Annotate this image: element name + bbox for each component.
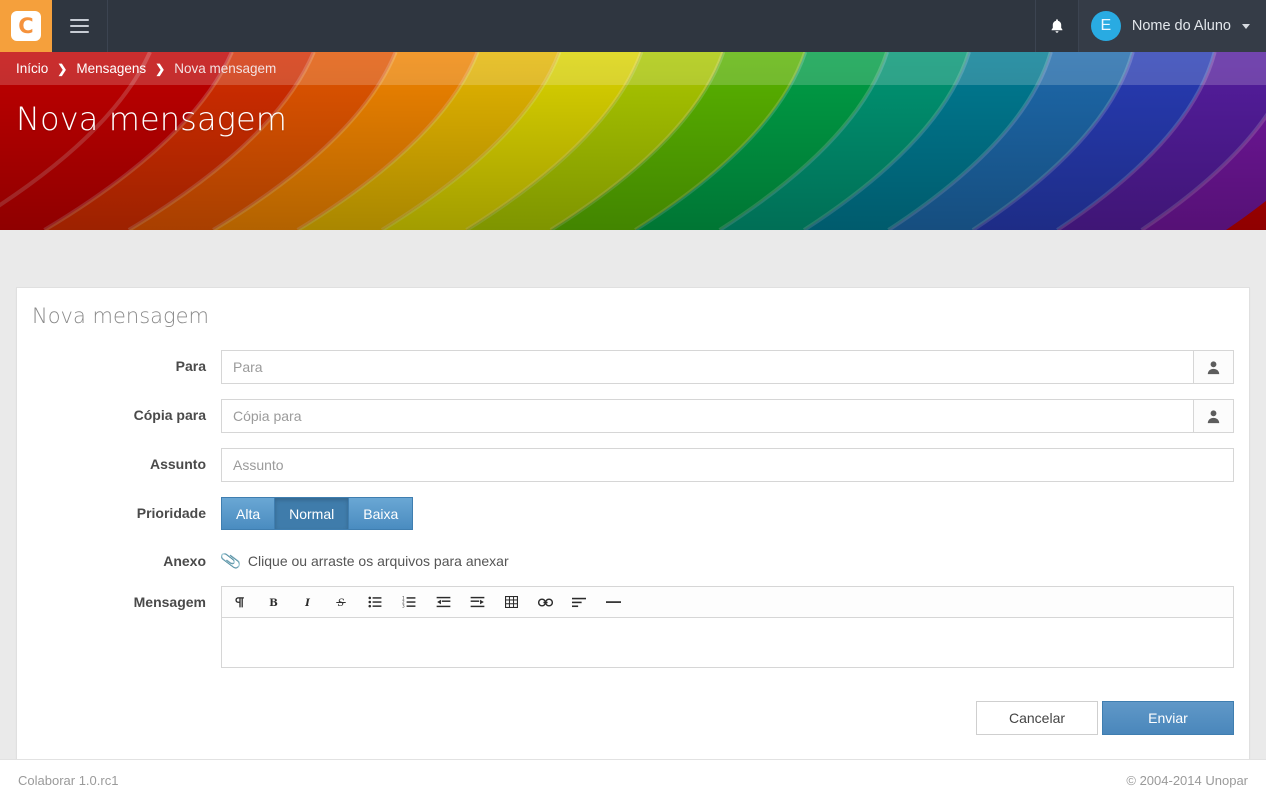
attachment-dropzone[interactable]: 📎 Clique ou arraste os arquivos para ane…	[219, 545, 509, 572]
bold-icon[interactable]: B	[256, 587, 290, 618]
breadcrumb-item-mensagens[interactable]: Mensagens	[76, 61, 146, 76]
form-row-to: Para Para	[17, 350, 1249, 384]
control-attachment: 📎 Clique ou arraste os arquivos para ane…	[219, 545, 1249, 572]
breadcrumb-item-inicio[interactable]: Início	[16, 61, 48, 76]
breadcrumb-separator: ❯	[57, 61, 68, 76]
svg-text:I: I	[304, 597, 310, 609]
brand-logo-block[interactable]: C	[0, 0, 52, 52]
control-cc: Cópia para	[221, 399, 1249, 433]
label-cc: Cópia para	[133, 407, 206, 423]
sidebar-toggle-button[interactable]	[52, 0, 108, 52]
user-menu[interactable]: E Nome do Aluno	[1078, 0, 1266, 52]
colaborar-logo-icon: C	[11, 11, 41, 41]
chevron-down-icon	[1242, 23, 1250, 29]
unordered-list-icon[interactable]	[358, 587, 392, 618]
indent-icon[interactable]	[460, 587, 494, 618]
label-message: Mensagem	[133, 594, 206, 610]
control-to: Para	[221, 350, 1249, 384]
svg-text:B: B	[269, 597, 278, 609]
label-to: Para	[175, 358, 206, 374]
cc-user-picker-button[interactable]	[1194, 399, 1234, 433]
avatar: E	[1090, 11, 1121, 41]
user-picker-icon	[1207, 409, 1220, 423]
control-priority: Alta Normal Baixa	[221, 497, 1249, 530]
cc-input[interactable]: Cópia para	[221, 399, 1194, 433]
priority-button-group: Alta Normal Baixa	[221, 497, 414, 530]
hamburger-menu-icon	[70, 15, 89, 37]
rich-text-editor: B I S 1 2 3	[221, 586, 1234, 668]
label-priority: Prioridade	[136, 505, 206, 521]
footer-copyright-label: © 2004-2014 Unopar	[1126, 772, 1248, 788]
user-picker-icon	[1207, 360, 1220, 374]
svg-text:3: 3	[402, 604, 405, 608]
message-textarea[interactable]	[221, 618, 1234, 668]
label-subject: Assunto	[150, 456, 206, 472]
priority-option-normal[interactable]: Normal	[274, 497, 349, 530]
user-name-label: Nome do Aluno	[1131, 18, 1231, 34]
top-navbar: C E Nome do Aluno	[0, 0, 1266, 52]
priority-option-baixa[interactable]: Baixa	[348, 497, 414, 530]
to-user-picker-button[interactable]	[1194, 350, 1234, 384]
card-title: Nova mensagem	[32, 304, 210, 328]
label-attachment: Anexo	[163, 553, 206, 569]
paperclip-icon: 📎	[219, 551, 243, 572]
footer-version-label: Colaborar 1.0.rc1	[18, 772, 119, 788]
editor-toolbar: B I S 1 2 3	[221, 586, 1234, 618]
form-row-priority: Prioridade Alta Normal Baixa	[17, 497, 1249, 530]
page-title: Nova mensagem	[16, 100, 288, 138]
paragraph-icon[interactable]	[222, 587, 256, 618]
cancel-button[interactable]: Cancelar	[976, 701, 1098, 735]
italic-icon[interactable]: I	[290, 587, 324, 618]
control-message: B I S 1 2 3	[221, 586, 1249, 668]
breadcrumb-separator: ❯	[155, 61, 166, 76]
ordered-list-icon[interactable]: 1 2 3	[392, 587, 426, 618]
bell-icon	[1051, 18, 1063, 33]
page-banner: Início ❯ Mensagens ❯ Nova mensagem Nova …	[0, 52, 1266, 230]
align-left-icon[interactable]	[562, 587, 596, 618]
form-row-attachment: Anexo 📎 Clique ou arraste os arquivos pa…	[17, 545, 1249, 572]
new-message-card: Nova mensagem Para Para Cópia para Cópia…	[16, 287, 1250, 767]
breadcrumb: Início ❯ Mensagens ❯ Nova mensagem	[0, 52, 1266, 85]
horizontal-rule-icon[interactable]	[596, 587, 630, 618]
svg-text:S: S	[338, 598, 345, 609]
form-actions: Cancelar Enviar	[17, 683, 1249, 755]
form-row-cc: Cópia para Cópia para	[17, 399, 1249, 433]
subject-input[interactable]: Assunto	[221, 448, 1234, 482]
to-input[interactable]: Para	[221, 350, 1194, 384]
form-row-subject: Assunto Assunto	[17, 448, 1249, 482]
notifications-button[interactable]	[1034, 0, 1079, 52]
priority-option-alta[interactable]: Alta	[221, 497, 275, 530]
table-icon[interactable]	[494, 587, 528, 618]
form-row-message: Mensagem B I S 1 2 3	[17, 586, 1249, 668]
attachment-hint: Clique ou arraste os arquivos para anexa…	[247, 553, 509, 569]
navbar-right-group: E Nome do Aluno	[1034, 0, 1266, 52]
link-icon[interactable]	[528, 587, 562, 618]
page-footer: Colaborar 1.0.rc1 © 2004-2014 Unopar	[0, 759, 1266, 800]
new-message-form: Para Para Cópia para Cópia para Assunto …	[17, 328, 1249, 755]
submit-button[interactable]: Enviar	[1102, 701, 1234, 735]
control-subject: Assunto	[221, 448, 1249, 482]
navbar-spacer	[108, 0, 1035, 52]
strikethrough-icon[interactable]: S	[324, 587, 358, 618]
outdent-icon[interactable]	[426, 587, 460, 618]
breadcrumb-item-nova-mensagem: Nova mensagem	[174, 61, 277, 76]
